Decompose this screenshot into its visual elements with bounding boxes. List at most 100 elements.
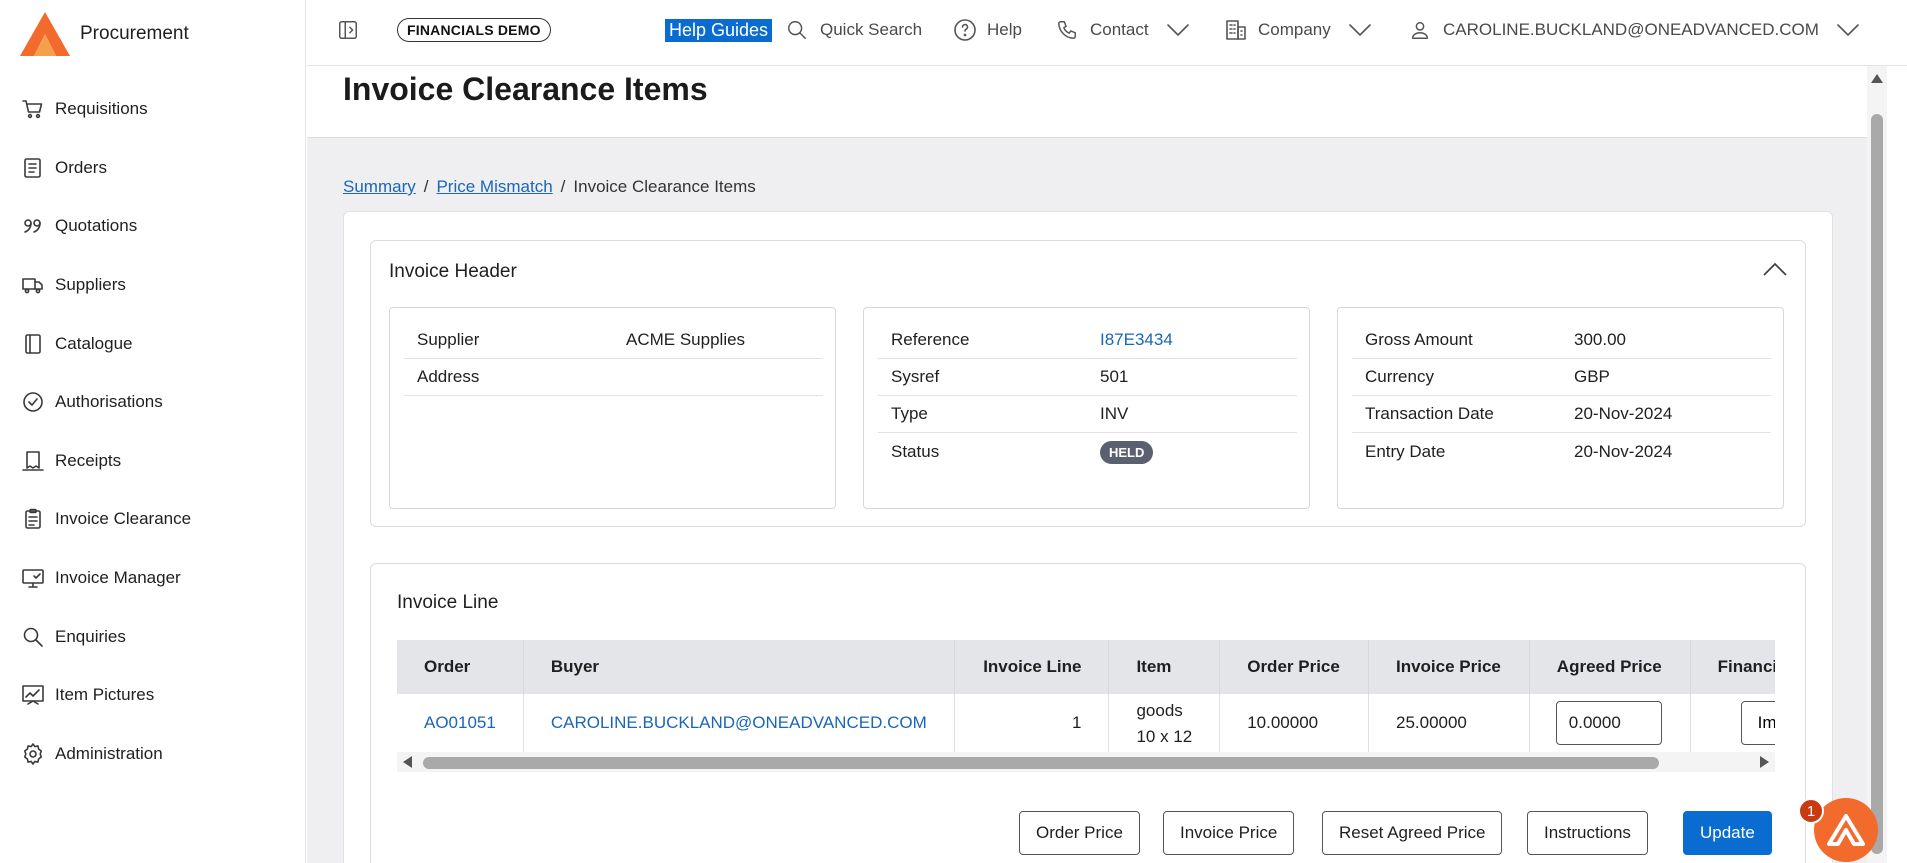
breadcrumb-separator: /	[560, 177, 566, 196]
brand[interactable]: Procurement	[18, 10, 189, 58]
vertical-scroll-thumb[interactable]	[1871, 114, 1883, 854]
sidebar-item-authorisations[interactable]: Authorisations	[0, 373, 306, 432]
breadcrumb-price-mismatch-link[interactable]: Price Mismatch	[436, 177, 552, 196]
help-guides-link[interactable]: Help Guides	[665, 0, 773, 60]
buyer-link[interactable]: CAROLINE.BUCKLAND@ONEADVANCED.COM	[523, 694, 955, 752]
info-label: Type	[891, 404, 928, 423]
agreed-price-cell	[1529, 694, 1691, 752]
quick-search-label: Quick Search	[820, 20, 923, 39]
info-row-entry-date: Entry Date 20-Nov-2024	[1352, 433, 1771, 470]
column-header-invoice-price[interactable]: Invoice Price	[1368, 640, 1530, 694]
table-horizontal-scrollbar[interactable]	[397, 752, 1775, 772]
company-dropdown[interactable]: Company	[1224, 0, 1373, 60]
scroll-left-arrow-icon[interactable]	[403, 756, 412, 768]
environment-badge: FINANCIALS DEMO	[397, 0, 551, 60]
order-link[interactable]: AO01051	[397, 694, 524, 752]
sidebar-item-receipts[interactable]: Receipts	[0, 432, 306, 491]
info-row-transaction-date: Transaction Date 20-Nov-2024	[1352, 396, 1771, 433]
scroll-up-arrow-icon[interactable]	[1871, 74, 1883, 83]
help-button[interactable]: Help	[953, 0, 1022, 60]
notification-count-badge: 1	[1798, 798, 1824, 824]
scroll-right-arrow-icon[interactable]	[1760, 756, 1769, 768]
page-title-bar: Invoice Clearance Items	[307, 66, 1867, 138]
info-label: Currency	[1365, 367, 1434, 386]
company-label: Company	[1258, 20, 1331, 39]
quote-icon	[20, 213, 46, 239]
sidebar-item-enquiries[interactable]: Enquiries	[0, 607, 306, 666]
gear-icon	[20, 741, 46, 767]
sidebar-item-label: Authorisations	[55, 392, 163, 412]
column-header-financial[interactable]: Financia	[1690, 640, 1775, 694]
financial-cell: Imp	[1690, 694, 1775, 752]
info-row-reference: Reference I87E3434	[878, 322, 1297, 359]
quick-search-button[interactable]: Quick Search	[786, 0, 922, 60]
sidebar-item-suppliers[interactable]: Suppliers	[0, 256, 306, 315]
reset-agreed-price-button[interactable]: Reset Agreed Price	[1322, 811, 1503, 855]
table-row: AO01051 CAROLINE.BUCKLAND@ONEADVANCED.CO…	[397, 694, 1775, 752]
breadcrumb-summary-link[interactable]: Summary	[343, 177, 416, 196]
chevron-up-icon	[1763, 262, 1787, 276]
invoice-header-title: Invoice Header	[389, 261, 517, 282]
info-value: ACME Supplies	[626, 330, 746, 349]
horizontal-scroll-thumb[interactable]	[423, 757, 1659, 769]
chevron-down-icon	[1348, 24, 1371, 36]
agreed-price-input[interactable]	[1555, 700, 1662, 745]
book-icon	[20, 331, 46, 357]
info-row-supplier: Supplier ACME Supplies	[404, 322, 823, 359]
info-label: Status	[891, 441, 940, 461]
search-icon	[788, 21, 806, 39]
page-vertical-scrollbar[interactable]	[1867, 66, 1887, 863]
breadcrumb-current: Invoice Clearance Items	[573, 177, 756, 196]
info-value: GBP	[1574, 367, 1610, 386]
sidebar-item-orders[interactable]: Orders	[0, 139, 306, 198]
receipt-icon	[20, 448, 46, 474]
breadcrumb-separator: /	[423, 177, 429, 196]
invoice-price-button[interactable]: Invoice Price	[1163, 811, 1295, 855]
item-name: goods	[1136, 700, 1183, 720]
sidebar-item-administration[interactable]: Administration	[0, 725, 306, 784]
user-menu[interactable]: CAROLINE.BUCKLAND@ONEADVANCED.COM	[1409, 0, 1861, 60]
cart-icon	[20, 96, 46, 122]
order-price-button[interactable]: Order Price	[1019, 811, 1140, 855]
clipboard-icon	[20, 506, 46, 532]
sidebar-item-label: Item Pictures	[55, 685, 155, 705]
sidebar-item-catalogue[interactable]: Catalogue	[0, 314, 306, 373]
collapse-button[interactable]	[1761, 259, 1789, 279]
sidebar-toggle-button[interactable]	[337, 0, 359, 60]
column-header-item[interactable]: Item	[1108, 640, 1221, 694]
info-value: 20-Nov-2024	[1574, 404, 1673, 423]
chevron-down-icon	[1837, 24, 1859, 36]
user-icon	[1411, 21, 1429, 39]
invoice-line-table-container: Order Buyer Invoice Line Item Order Pric…	[397, 640, 1775, 752]
sidebar-item-invoice-clearance[interactable]: Invoice Clearance	[0, 490, 306, 549]
info-label: Gross Amount	[1365, 330, 1473, 349]
sidebar-item-item-pictures[interactable]: Item Pictures	[0, 666, 306, 725]
sidebar-item-label: Orders	[55, 157, 107, 177]
column-header-invoice-line[interactable]: Invoice Line	[954, 640, 1110, 694]
monitor-icon	[20, 565, 46, 591]
sidebar-item-label: Administration	[55, 743, 163, 763]
search-icon	[20, 624, 46, 650]
contact-dropdown[interactable]: Contact	[1056, 0, 1191, 60]
financial-import-button[interactable]: Imp	[1740, 700, 1775, 745]
status-badge: HELD	[1100, 440, 1154, 464]
sidebar-item-label: Suppliers	[55, 275, 126, 295]
column-header-buyer[interactable]: Buyer	[523, 640, 955, 694]
info-value: 300.00	[1574, 330, 1626, 349]
invoice-header-section: Invoice Header Supplier ACME Supplies Ad…	[370, 240, 1806, 527]
chevron-down-icon	[1166, 24, 1189, 36]
sidebar-item-requisitions[interactable]: Requisitions	[0, 80, 306, 139]
info-row-currency: Currency GBP	[1352, 359, 1771, 396]
column-header-order-price[interactable]: Order Price	[1219, 640, 1369, 694]
column-header-order[interactable]: Order	[397, 640, 524, 694]
column-header-agreed-price[interactable]: Agreed Price	[1529, 640, 1691, 694]
info-row-status: Status HELD	[878, 433, 1297, 470]
info-value: INV	[1100, 404, 1129, 423]
reference-link[interactable]: I87E3434	[1100, 330, 1173, 350]
instructions-button[interactable]: Instructions	[1527, 811, 1648, 855]
sidebar-item-label: Enquiries	[55, 626, 126, 646]
sidebar-item-invoice-manager[interactable]: Invoice Manager	[0, 549, 306, 608]
help-label: Help	[987, 20, 1022, 39]
update-button[interactable]: Update	[1683, 811, 1772, 855]
sidebar-item-quotations[interactable]: Quotations	[0, 197, 306, 256]
